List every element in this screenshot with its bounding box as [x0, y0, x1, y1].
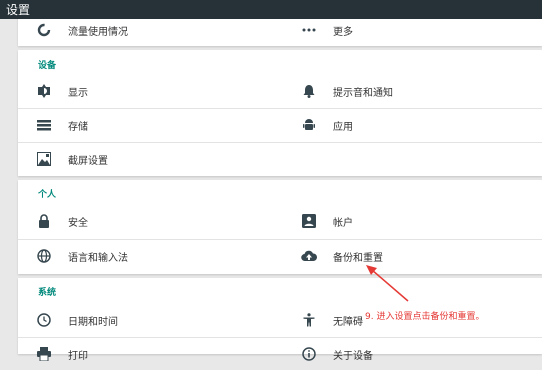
- item-label: 应用: [333, 121, 353, 133]
- android-icon: [301, 117, 317, 133]
- item-label: 无障碍: [333, 316, 363, 328]
- personal-section: 个人 安全 帐户 语言和输入法 备份和重置: [18, 180, 542, 274]
- data-usage-icon: [36, 22, 52, 38]
- item-label: 语言和输入法: [68, 252, 128, 264]
- item-label: 安全: [68, 217, 88, 229]
- divider: [18, 108, 542, 109]
- item-label: 流量使用情况: [68, 26, 128, 38]
- section-title-system: 系统: [38, 288, 57, 298]
- settings-item-screenshot[interactable]: 截屏设置: [36, 143, 108, 175]
- settings-item-about-device[interactable]: 关于设备: [301, 338, 373, 370]
- settings-item-date-time[interactable]: 日期和时间: [36, 304, 118, 336]
- item-label: 备份和重置: [333, 252, 383, 264]
- settings-item-accessibility[interactable]: 无障碍: [301, 304, 363, 336]
- settings-item-apps[interactable]: 应用: [301, 109, 353, 141]
- section-title-device: 设备: [38, 61, 57, 71]
- item-label: 日期和时间: [68, 316, 118, 328]
- settings-item-backup-reset[interactable]: 备份和重置: [301, 240, 383, 272]
- item-label: 截屏设置: [68, 155, 108, 167]
- item-label: 打印: [68, 350, 88, 362]
- settings-item-accounts[interactable]: 帐户: [301, 205, 353, 237]
- settings-item-security[interactable]: 安全: [36, 205, 88, 237]
- item-label: 更多: [333, 26, 353, 38]
- item-label: 显示: [68, 87, 88, 99]
- storage-icon: [36, 117, 52, 133]
- app-bar: 设置: [0, 0, 542, 19]
- item-label: 帐户: [333, 217, 353, 229]
- print-icon: [36, 346, 52, 362]
- device-section: 设备 显示 提示音和通知 存储 应用 截屏设置: [18, 50, 542, 176]
- globe-icon: [36, 248, 52, 264]
- bell-icon: [301, 83, 317, 99]
- section-title-personal: 个人: [38, 190, 57, 200]
- settings-item-language-input[interactable]: 语言和输入法: [36, 240, 128, 272]
- info-icon: [301, 346, 317, 362]
- divider: [18, 337, 542, 338]
- screenshot-icon: [36, 151, 52, 167]
- account-icon: [301, 213, 317, 229]
- item-label: 提示音和通知: [333, 87, 393, 99]
- item-label: 关于设备: [333, 350, 373, 362]
- settings-item-display[interactable]: 显示: [36, 75, 88, 107]
- item-label: 存储: [68, 121, 88, 133]
- settings-item-sound-notification[interactable]: 提示音和通知: [301, 75, 393, 107]
- accessibility-icon: [301, 312, 317, 328]
- cloud-upload-icon: [301, 248, 317, 264]
- more-icon: [301, 22, 317, 38]
- annotation-caption: 9. 进入设置点击备份和重置。: [365, 309, 485, 322]
- brightness-icon: [36, 83, 52, 99]
- settings-item-storage[interactable]: 存储: [36, 109, 88, 141]
- lock-icon: [36, 213, 52, 229]
- app-title: 设置: [6, 3, 31, 17]
- settings-item-print[interactable]: 打印: [36, 338, 88, 370]
- clock-icon: [36, 312, 52, 328]
